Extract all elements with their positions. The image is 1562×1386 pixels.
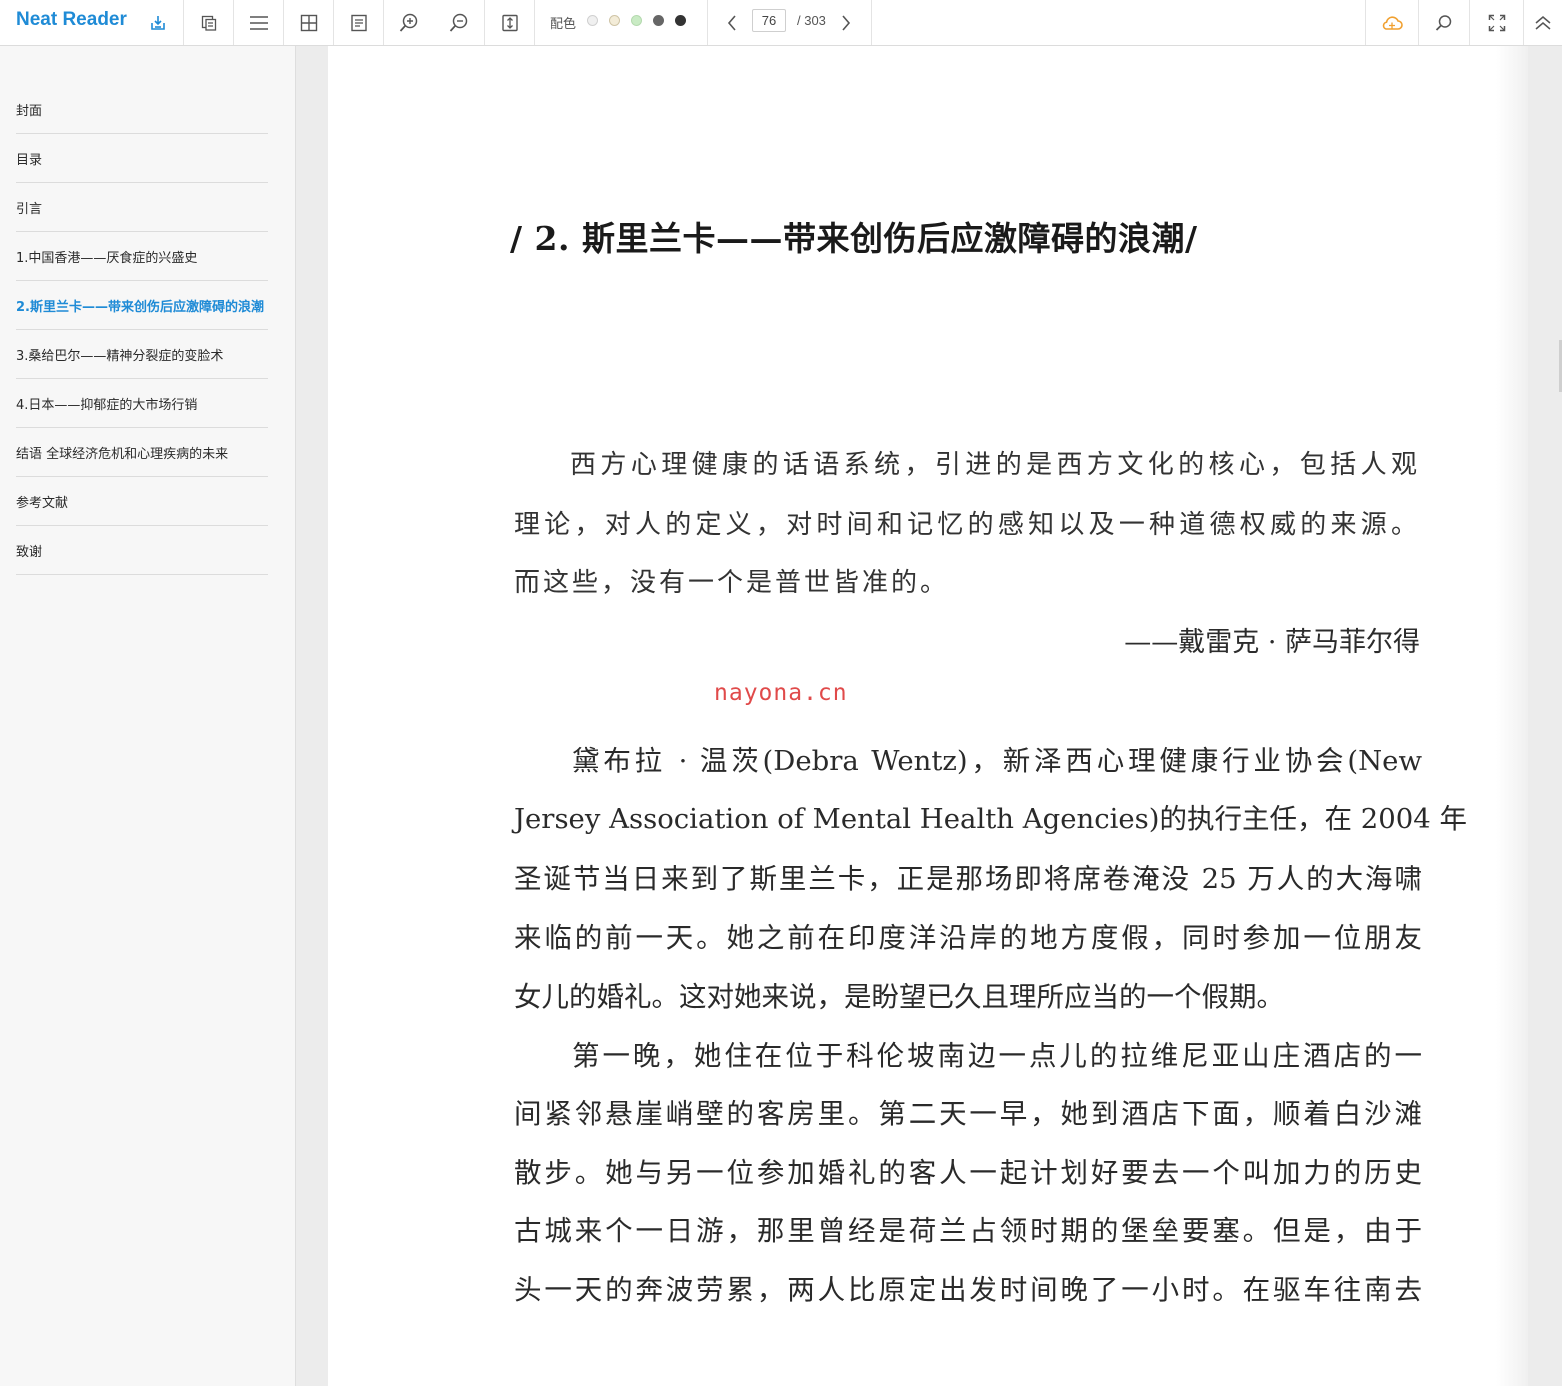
- toc-item-references[interactable]: 参考文献: [16, 477, 268, 526]
- epigraph-line: 西方心理健康的话语系统，引进的是西方文化的核心，包括人观: [570, 450, 1420, 480]
- body-line: 古城来个一日游，那里曾经是荷兰占领时期的堡垒要塞。但是，由于: [514, 1215, 1422, 1247]
- toc-item-label: 4.日本——抑郁症的大市场行销: [16, 397, 198, 413]
- palette-swatch-dark[interactable]: [675, 15, 686, 26]
- body-line: 女儿的婚礼。这对她来说，是盼望已久且理所应当的一个假期。: [514, 981, 1284, 1013]
- palette-swatch-dim[interactable]: [653, 15, 664, 26]
- search-icon[interactable]: [1419, 0, 1469, 45]
- copy-pages-icon[interactable]: [184, 0, 233, 45]
- toc-item-chapter-2[interactable]: 2.斯里兰卡——带来创伤后应激障碍的浪潮: [16, 281, 268, 330]
- toc-item-label: 1.中国香港——厌食症的兴盛史: [16, 250, 198, 266]
- epigraph-line: 而这些，没有一个是普世皆准的。: [514, 568, 950, 598]
- toc-item-label: 目录: [16, 152, 43, 168]
- export-icon[interactable]: [146, 0, 170, 45]
- notes-icon[interactable]: [334, 0, 383, 45]
- toc-item-label: 2.斯里兰卡——带来创伤后应激障碍的浪潮: [16, 299, 264, 315]
- book-page: / 2. 斯里兰卡——带来创伤后应激障碍的浪潮/ 西方心理健康的话语系统，引进的…: [328, 46, 1528, 1386]
- toc-item-acknowledgements[interactable]: 致谢: [16, 526, 268, 575]
- body-line: 来临的前一天。她之前在印度洋沿岸的地方度假，同时参加一位朋友: [514, 922, 1422, 954]
- next-page-icon[interactable]: [834, 0, 858, 45]
- toolbar-divider: [871, 0, 872, 45]
- body-line: Jersey Association of Mental Health Agen…: [514, 803, 1467, 835]
- body-line: 圣诞节当日来到了斯里兰卡，正是那场即将席卷淹没 25 万人的大海啸: [514, 863, 1422, 895]
- menu-icon[interactable]: [234, 0, 283, 45]
- toc-item-chapter-1[interactable]: 1.中国香港——厌食症的兴盛史: [16, 232, 268, 281]
- palette-swatch-green[interactable]: [631, 15, 642, 26]
- palette-swatch-gray[interactable]: [587, 15, 598, 26]
- page-number-input[interactable]: [752, 9, 786, 32]
- palette-swatch-sepia[interactable]: [609, 15, 620, 26]
- palette-label: 配色: [550, 17, 577, 32]
- cloud-sync-icon[interactable]: [1366, 0, 1418, 45]
- body-line: 头一天的奔波劳累，两人比原定出发时间晚了一小时。在驱车往南去: [514, 1274, 1422, 1306]
- fit-height-icon[interactable]: [485, 0, 534, 45]
- grid-icon[interactable]: [284, 0, 333, 45]
- toolbar-divider: [707, 0, 708, 45]
- toc-item-cover[interactable]: 封面: [16, 85, 268, 134]
- toc-item-label: 结语 全球经济危机和心理疾病的未来: [16, 446, 229, 462]
- zoom-out-icon[interactable]: [434, 0, 484, 45]
- toolbar: Neat Reader 配色 / 303: [0, 0, 1562, 46]
- chapter-title: / 2. 斯里兰卡——带来创伤后应激障碍的浪潮/: [510, 219, 1198, 258]
- watermark: nayona.cn: [714, 680, 848, 706]
- toc-item-conclusion[interactable]: 结语 全球经济危机和心理疾病的未来: [16, 428, 268, 477]
- toc-item-introduction[interactable]: 引言: [16, 183, 268, 232]
- page-scan-edge: [1496, 46, 1528, 1386]
- zoom-in-icon[interactable]: [384, 0, 434, 45]
- app-title: Neat Reader: [16, 9, 127, 30]
- toc-item-chapter-3[interactable]: 3.桑给巴尔——精神分裂症的变脸术: [16, 330, 268, 379]
- toolbar-divider: [534, 0, 535, 45]
- table-of-contents-sidebar: 封面 目录 引言 1.中国香港——厌食症的兴盛史 2.斯里兰卡——带来创伤后应激…: [0, 46, 296, 1386]
- toc-item-chapter-4[interactable]: 4.日本——抑郁症的大市场行销: [16, 379, 268, 428]
- body-line: 间紧邻悬崖峭壁的客房里。第二天一早，她到酒店下面，顺着白沙滩: [514, 1098, 1422, 1130]
- toc-item-contents[interactable]: 目录: [16, 134, 268, 183]
- fullscreen-icon[interactable]: [1470, 0, 1523, 45]
- body-line: 黛布拉 · 温茨(Debra Wentz)，新泽西心理健康行业协会(New: [572, 745, 1422, 777]
- epigraph-line: 理论，对人的定义，对时间和记忆的感知以及一种道德权威的来源。: [514, 510, 1420, 540]
- body-line: 第一晚，她住在位于科伦坡南边一点儿的拉维尼亚山庄酒店的一: [572, 1040, 1422, 1072]
- toc-item-label: 3.桑给巴尔——精神分裂症的变脸术: [16, 348, 224, 364]
- toc-item-label: 引言: [16, 201, 43, 217]
- toc-item-label: 封面: [16, 103, 43, 119]
- page-total: / 303: [797, 13, 826, 28]
- toc-item-label: 致谢: [16, 544, 43, 560]
- collapse-icon[interactable]: [1524, 0, 1562, 45]
- body-line: 散步。她与另一位参加婚礼的客人一起计划好要去一个叫加力的历史: [514, 1157, 1422, 1189]
- prev-page-icon[interactable]: [720, 0, 744, 45]
- epigraph-author: ——戴雷克 · 萨马菲尔得: [1124, 627, 1420, 658]
- toc-item-label: 参考文献: [16, 495, 69, 511]
